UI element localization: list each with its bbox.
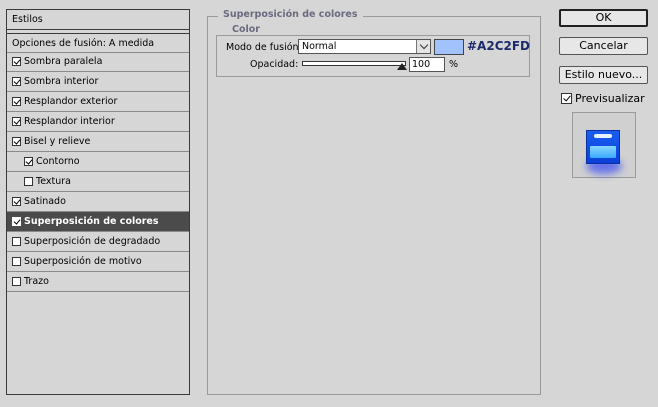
chevron-down-icon[interactable] [416, 40, 430, 53]
style-item-label: Satinado [24, 196, 66, 207]
blend-mode-select[interactable]: Normal [298, 39, 431, 54]
blend-options-item[interactable]: Opciones de fusión: A medida [7, 33, 189, 53]
style-item-label: Superposición de colores [24, 216, 159, 227]
style-item-stroke[interactable]: Trazo [7, 272, 189, 292]
styles-panel: Estilos Opciones de fusión: A medida Som… [6, 9, 190, 395]
style-item-label: Resplandor interior [24, 116, 115, 127]
outer-glow-checkbox[interactable] [12, 97, 21, 106]
opacity-label: Opacidad: [250, 59, 299, 70]
inner-glow-checkbox[interactable] [12, 117, 21, 126]
pattern-overlay-checkbox[interactable] [12, 257, 21, 266]
hex-color-label: #A2C2FD [467, 39, 531, 53]
style-item-inner-shadow[interactable]: Sombra interior [7, 72, 189, 92]
styles-header-label: Estilos [12, 14, 43, 25]
style-item-label: Superposición de degradado [24, 236, 161, 247]
satin-checkbox[interactable] [12, 197, 21, 206]
opacity-slider-thumb[interactable] [397, 63, 407, 70]
style-item-label: Contorno [36, 156, 80, 167]
opacity-unit: % [449, 59, 459, 70]
style-item-color-overlay[interactable]: Superposición de colores [7, 212, 189, 232]
new-style-button[interactable]: Estilo nuevo... [559, 66, 648, 84]
color-overlay-title: Superposición de colores [218, 9, 363, 20]
style-item-label: Trazo [24, 276, 49, 287]
blend-mode-value: Normal [302, 41, 337, 52]
opacity-value: 100 [412, 59, 431, 70]
style-item-outer-glow[interactable]: Resplandor exterior [7, 92, 189, 112]
style-item-gradient-overlay[interactable]: Superposición de degradado [7, 232, 189, 252]
preview-label: Previsualizar [575, 92, 645, 105]
blend-mode-label: Modo de fusión: [226, 42, 302, 53]
style-item-label: Sombra paralela [24, 56, 103, 67]
bevel-emboss-checkbox[interactable] [12, 137, 21, 146]
opacity-slider[interactable] [302, 61, 406, 66]
ok-button[interactable]: OK [559, 9, 648, 27]
style-item-contour[interactable]: Contorno [7, 152, 189, 172]
style-item-inner-glow[interactable]: Resplandor interior [7, 112, 189, 132]
gradient-overlay-checkbox[interactable] [12, 237, 21, 246]
styles-header[interactable]: Estilos [7, 10, 189, 30]
style-item-drop-shadow[interactable]: Sombra paralela [7, 52, 189, 72]
color-overlay-checkbox[interactable] [12, 217, 21, 226]
opacity-input[interactable]: 100 [409, 57, 445, 72]
drop-shadow-checkbox[interactable] [12, 57, 21, 66]
style-item-bevel-emboss[interactable]: Bisel y relieve [7, 132, 189, 152]
stroke-checkbox[interactable] [12, 277, 21, 286]
preview-inner [590, 146, 616, 158]
style-item-label: Resplandor exterior [24, 96, 118, 107]
style-item-label: Textura [36, 176, 71, 187]
style-item-texture[interactable]: Textura [7, 172, 189, 192]
style-item-label: Sombra interior [24, 76, 99, 87]
style-item-pattern-overlay[interactable]: Superposición de motivo [7, 252, 189, 272]
style-item-satin[interactable]: Satinado [7, 192, 189, 212]
texture-checkbox[interactable] [24, 177, 33, 186]
inner-shadow-checkbox[interactable] [12, 77, 21, 86]
contour-checkbox[interactable] [24, 157, 33, 166]
preview-toggle[interactable]: Previsualizar [561, 92, 645, 105]
color-subgroup-title: Color [228, 24, 264, 35]
preview-checkbox[interactable] [561, 93, 572, 104]
cancel-button[interactable]: Cancelar [559, 37, 648, 55]
style-item-label: Superposición de motivo [24, 256, 142, 267]
color-swatch[interactable] [434, 39, 464, 55]
blend-options-label: Opciones de fusión: A medida [12, 37, 155, 49]
preview-highlight [594, 134, 612, 138]
style-item-label: Bisel y relieve [24, 136, 91, 147]
